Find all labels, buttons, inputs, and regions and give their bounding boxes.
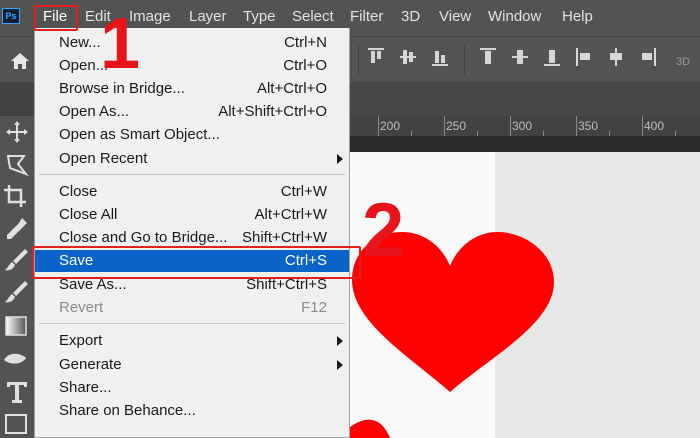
pasteboard	[350, 137, 700, 152]
menu-item-open-as-smart-object[interactable]: Open as Smart Object...	[35, 124, 349, 146]
horizontal-ruler: 200 250 300 350 400	[350, 116, 700, 137]
ruler-tick	[411, 131, 412, 136]
menu-item-export[interactable]: Export	[35, 330, 349, 352]
file-menu-highlight-box	[34, 5, 78, 31]
distribute-top-icon[interactable]	[480, 48, 496, 66]
menu-select[interactable]: Select	[292, 8, 334, 26]
document-tab[interactable]	[350, 82, 700, 116]
ruler-tick	[477, 131, 478, 136]
menu-item-revert: Revert F12	[59, 299, 327, 316]
distribute-bottom-icon[interactable]	[544, 48, 560, 66]
type-tool-icon[interactable]	[0, 378, 34, 406]
menu-item-share[interactable]: Share...	[35, 377, 349, 399]
menu-item-browse-in-bridge[interactable]: Browse in Bridge... Alt+Ctrl+O	[35, 78, 349, 100]
submenu-arrow-icon	[337, 360, 343, 370]
menu-view[interactable]: View	[439, 8, 471, 26]
photoshop-logo: Ps	[2, 8, 20, 24]
menu-item-new[interactable]: New... Ctrl+N	[35, 32, 349, 54]
options-separator	[358, 46, 359, 74]
menu-3d[interactable]: 3D	[401, 8, 420, 26]
smudge-tool-icon[interactable]	[0, 344, 34, 372]
ruler-label: 200	[380, 119, 401, 133]
ruler-tick	[609, 131, 610, 136]
history-brush-tool-icon[interactable]	[0, 278, 34, 306]
menu-item-open[interactable]: Open... Ctrl+O	[35, 55, 349, 77]
menu-separator	[39, 174, 345, 175]
ruler-tick	[675, 131, 676, 136]
3d-mode-label[interactable]: 3D	[676, 56, 690, 68]
home-icon[interactable]	[9, 50, 31, 72]
crop-tool-icon[interactable]	[0, 182, 34, 210]
menu-item-generate[interactable]: Generate	[35, 354, 349, 376]
ruler-tick	[543, 131, 544, 136]
menu-filter[interactable]: Filter	[350, 8, 383, 26]
eyedropper-tool-icon[interactable]	[0, 214, 34, 242]
menu-layer[interactable]: Layer	[189, 8, 227, 26]
ruler-tick	[444, 116, 445, 136]
ruler-tick	[510, 116, 511, 136]
menu-type[interactable]: Type	[243, 8, 276, 26]
submenu-arrow-icon	[337, 336, 343, 346]
ruler-label: 400	[644, 119, 665, 133]
ruler-label: 300	[512, 119, 533, 133]
menu-item-close-all[interactable]: Close All Alt+Ctrl+W	[35, 204, 349, 226]
save-item-highlight-box	[32, 246, 361, 279]
file-menu-dropdown: New... Ctrl+N Open... Ctrl+O Browse in Bri…	[34, 28, 350, 438]
align-vertical-center-icon[interactable]	[400, 48, 416, 66]
step-number-2: 2	[362, 188, 405, 273]
distribute-right-icon[interactable]	[640, 48, 656, 66]
align-top-icon[interactable]	[368, 48, 384, 66]
move-tool-icon[interactable]	[0, 118, 34, 146]
tools-panel	[0, 116, 35, 438]
menu-window[interactable]: Window	[488, 8, 541, 26]
menu-item-open-as[interactable]: Open As... Alt+Shift+Ctrl+O	[35, 101, 349, 123]
align-bottom-icon[interactable]	[432, 48, 448, 66]
menu-separator	[39, 323, 345, 324]
menu-item-share-on-behance[interactable]: Share on Behance...	[35, 400, 349, 422]
ruler-tick	[576, 116, 577, 136]
ruler-tick	[642, 116, 643, 136]
distribute-horizontal-icon[interactable]	[608, 48, 624, 66]
step-number-1: 1	[100, 4, 141, 84]
menu-item-close[interactable]: Close Ctrl+W	[35, 181, 349, 203]
brush-tool-icon[interactable]	[0, 246, 34, 274]
ruler-tick	[378, 116, 379, 136]
ruler-label: 350	[578, 119, 599, 133]
distribute-center-icon[interactable]	[512, 48, 528, 66]
gradient-tool-icon[interactable]	[0, 312, 34, 340]
distribute-left-icon[interactable]	[576, 48, 592, 66]
rectangle-tool-icon[interactable]	[0, 410, 34, 438]
ruler-label: 250	[446, 119, 467, 133]
options-separator	[464, 46, 465, 74]
lasso-tool-icon[interactable]	[0, 150, 34, 178]
submenu-arrow-icon	[337, 154, 343, 164]
menu-help[interactable]: Help	[562, 8, 593, 26]
menu-item-open-recent[interactable]: Open Recent	[35, 148, 349, 170]
